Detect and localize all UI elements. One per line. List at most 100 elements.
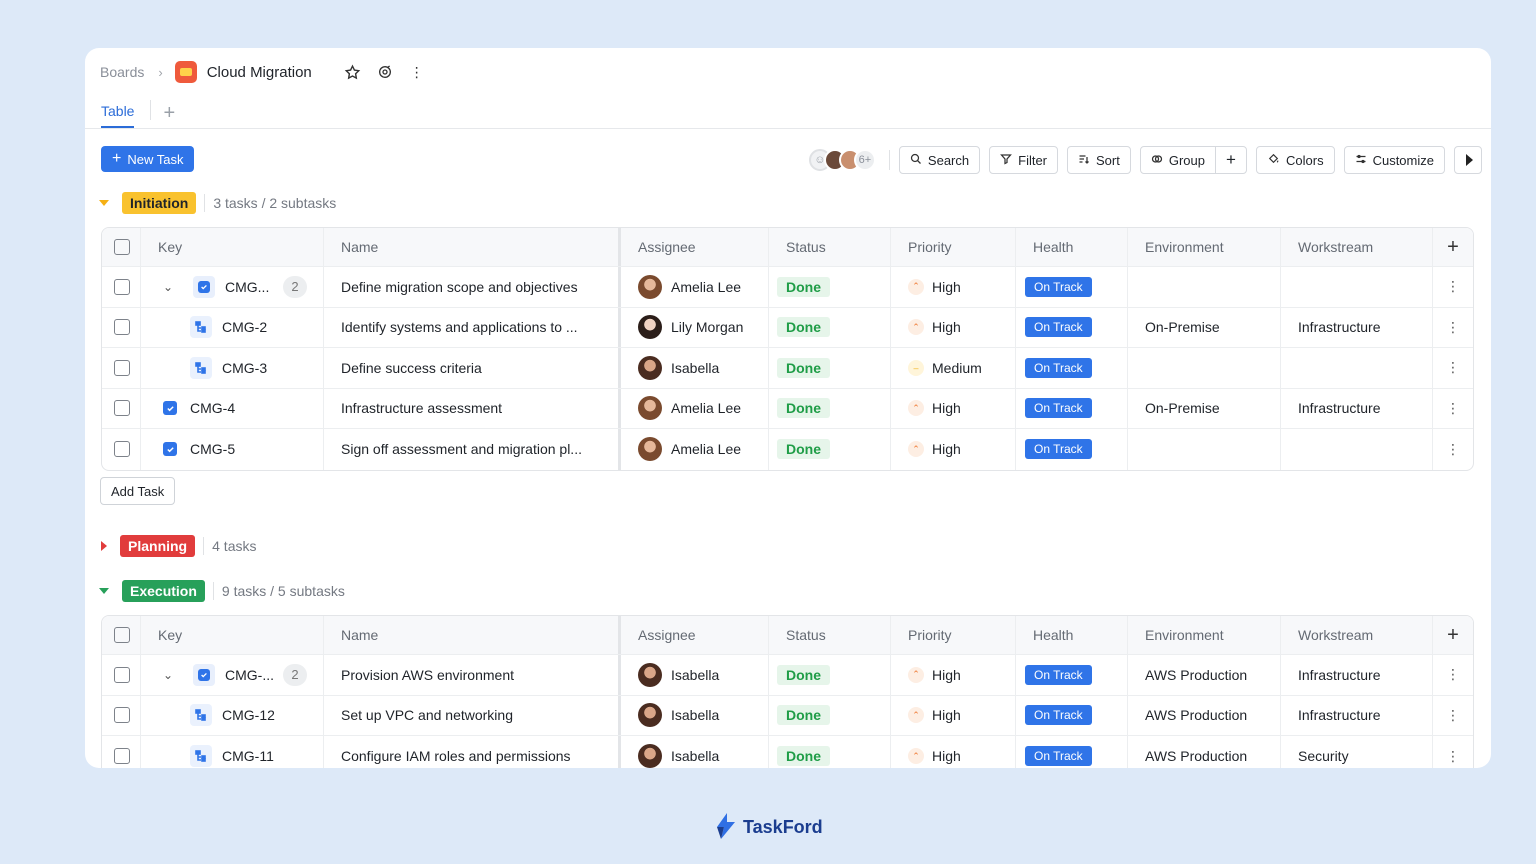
subtask-count-badge[interactable]: 2 <box>283 275 307 298</box>
select-all-checkbox[interactable] <box>114 239 130 255</box>
customize-button[interactable]: Customize <box>1343 146 1445 174</box>
collapse-caret-icon[interactable] <box>99 588 109 594</box>
column-workstream[interactable]: Workstream <box>1281 228 1433 266</box>
column-workstream[interactable]: Workstream <box>1281 616 1433 654</box>
assignee-cell[interactable]: Isabella <box>621 736 769 768</box>
filter-button[interactable]: Filter <box>989 146 1059 174</box>
select-all-checkbox[interactable] <box>114 627 130 643</box>
workstream-cell[interactable]: Infrastructure <box>1281 695 1433 735</box>
row-more-icon[interactable]: ⋮ <box>1433 267 1473 307</box>
assignee-cell[interactable]: Lily Morgan <box>621 307 769 347</box>
star-icon[interactable] <box>342 61 364 83</box>
task-name[interactable]: Configure IAM roles and permissions <box>324 736 621 768</box>
group-button[interactable]: Group + <box>1139 146 1247 174</box>
column-name[interactable]: Name <box>324 228 621 266</box>
priority-cell[interactable]: ⌃ High <box>891 695 1016 735</box>
row-more-icon[interactable]: ⋮ <box>1433 308 1473 348</box>
row-checkbox[interactable] <box>114 400 130 417</box>
task-key[interactable]: CMG... <box>225 279 269 295</box>
chevron-down-icon[interactable]: ⌄ <box>163 280 175 294</box>
health-cell[interactable]: On Track <box>1016 429 1128 470</box>
task-name[interactable]: Set up VPC and networking <box>324 695 621 735</box>
table-row[interactable]: CMG-3 Define success criteria Isabella D… <box>102 348 1473 389</box>
subtask-count-badge[interactable]: 2 <box>283 663 307 686</box>
task-name[interactable]: Sign off assessment and migration pl... <box>324 429 621 470</box>
environment-cell[interactable] <box>1128 267 1281 307</box>
row-more-icon[interactable]: ⋮ <box>1433 348 1473 388</box>
task-key[interactable]: CMG-12 <box>222 707 275 723</box>
priority-cell[interactable]: ⌃ High <box>891 655 1016 695</box>
row-checkbox[interactable] <box>114 441 130 458</box>
task-key[interactable]: CMG-5 <box>190 441 235 457</box>
row-checkbox[interactable] <box>114 707 130 724</box>
priority-cell[interactable]: ⌃ High <box>891 388 1016 428</box>
environment-cell[interactable]: AWS Production <box>1128 736 1281 768</box>
workstream-cell[interactable] <box>1281 348 1433 388</box>
column-priority[interactable]: Priority <box>891 616 1016 654</box>
environment-cell[interactable]: AWS Production <box>1128 655 1281 695</box>
health-cell[interactable]: On Track <box>1016 655 1128 695</box>
priority-cell[interactable]: ⌃ High <box>891 736 1016 768</box>
column-status[interactable]: Status <box>769 228 891 266</box>
assignee-cell[interactable]: Isabella <box>621 695 769 735</box>
task-key[interactable]: CMG-3 <box>222 360 267 376</box>
column-assignee[interactable]: Assignee <box>621 616 769 654</box>
assignee-cell[interactable]: Amelia Lee <box>621 267 769 307</box>
colors-button[interactable]: Colors <box>1256 146 1335 174</box>
collapse-caret-icon[interactable] <box>99 200 109 206</box>
assignee-cell[interactable]: Amelia Lee <box>621 388 769 428</box>
member-avatars[interactable]: ☺ 6+ <box>808 149 876 171</box>
add-view-icon[interactable]: + <box>163 103 175 128</box>
table-row[interactable]: ⌄ CMG... 2 Define migration scope and ob… <box>102 267 1473 308</box>
add-task-button[interactable]: Add Task <box>100 477 176 505</box>
row-more-icon[interactable]: ⋮ <box>1433 655 1473 695</box>
health-cell[interactable]: On Track <box>1016 388 1128 428</box>
health-cell[interactable]: On Track <box>1016 267 1128 307</box>
more-vertical-icon[interactable]: ⋮ <box>406 61 428 83</box>
health-cell[interactable]: On Track <box>1016 695 1128 735</box>
column-assignee[interactable]: Assignee <box>621 228 769 266</box>
column-key[interactable]: Key <box>141 228 324 266</box>
row-more-icon[interactable]: ⋮ <box>1433 389 1473 429</box>
environment-cell[interactable] <box>1128 348 1281 388</box>
priority-cell[interactable]: ⌃ High <box>891 307 1016 347</box>
status-cell[interactable]: Done <box>769 655 891 695</box>
workstream-cell[interactable] <box>1281 267 1433 307</box>
chevron-down-icon[interactable]: ⌄ <box>163 668 175 682</box>
task-key[interactable]: CMG-... <box>225 667 274 683</box>
add-column-icon[interactable]: + <box>1433 616 1473 654</box>
new-task-button[interactable]: + New Task <box>101 146 195 172</box>
tab-table[interactable]: Table <box>101 103 135 128</box>
task-key[interactable]: CMG-4 <box>190 400 235 416</box>
table-row[interactable]: CMG-2 Identify systems and applications … <box>102 307 1473 348</box>
health-cell[interactable]: On Track <box>1016 736 1128 768</box>
status-cell[interactable]: Done <box>769 695 891 735</box>
add-group-icon[interactable]: + <box>1216 150 1246 170</box>
table-row[interactable]: CMG-12 Set up VPC and networking Isabell… <box>102 695 1473 736</box>
column-name[interactable]: Name <box>324 616 621 654</box>
priority-cell[interactable]: – Medium <box>891 348 1016 388</box>
row-checkbox[interactable] <box>114 359 130 376</box>
group-header-initiation[interactable]: Initiation 3 tasks / 2 subtasks <box>99 192 336 214</box>
assignee-cell[interactable]: Isabella <box>621 655 769 695</box>
status-cell[interactable]: Done <box>769 307 891 347</box>
task-name[interactable]: Provision AWS environment <box>324 655 621 695</box>
workstream-cell[interactable]: Infrastructure <box>1281 388 1433 428</box>
column-priority[interactable]: Priority <box>891 228 1016 266</box>
environment-cell[interactable]: On-Premise <box>1128 307 1281 347</box>
breadcrumb-boards[interactable]: Boards <box>100 64 144 80</box>
health-cell[interactable]: On Track <box>1016 307 1128 347</box>
workstream-cell[interactable] <box>1281 429 1433 470</box>
workstream-cell[interactable]: Infrastructure <box>1281 655 1433 695</box>
table-row[interactable]: CMG-5 Sign off assessment and migration … <box>102 429 1473 470</box>
status-cell[interactable]: Done <box>769 388 891 428</box>
row-checkbox[interactable] <box>114 278 130 295</box>
task-key[interactable]: CMG-11 <box>222 748 274 764</box>
column-key[interactable]: Key <box>141 616 324 654</box>
task-key[interactable]: CMG-2 <box>222 319 267 335</box>
row-more-icon[interactable]: ⋮ <box>1433 429 1473 470</box>
expand-panel-button[interactable] <box>1454 146 1482 174</box>
status-cell[interactable]: Done <box>769 736 891 768</box>
group-header-planning[interactable]: Planning 4 tasks <box>99 535 256 557</box>
expand-caret-icon[interactable] <box>101 541 107 551</box>
